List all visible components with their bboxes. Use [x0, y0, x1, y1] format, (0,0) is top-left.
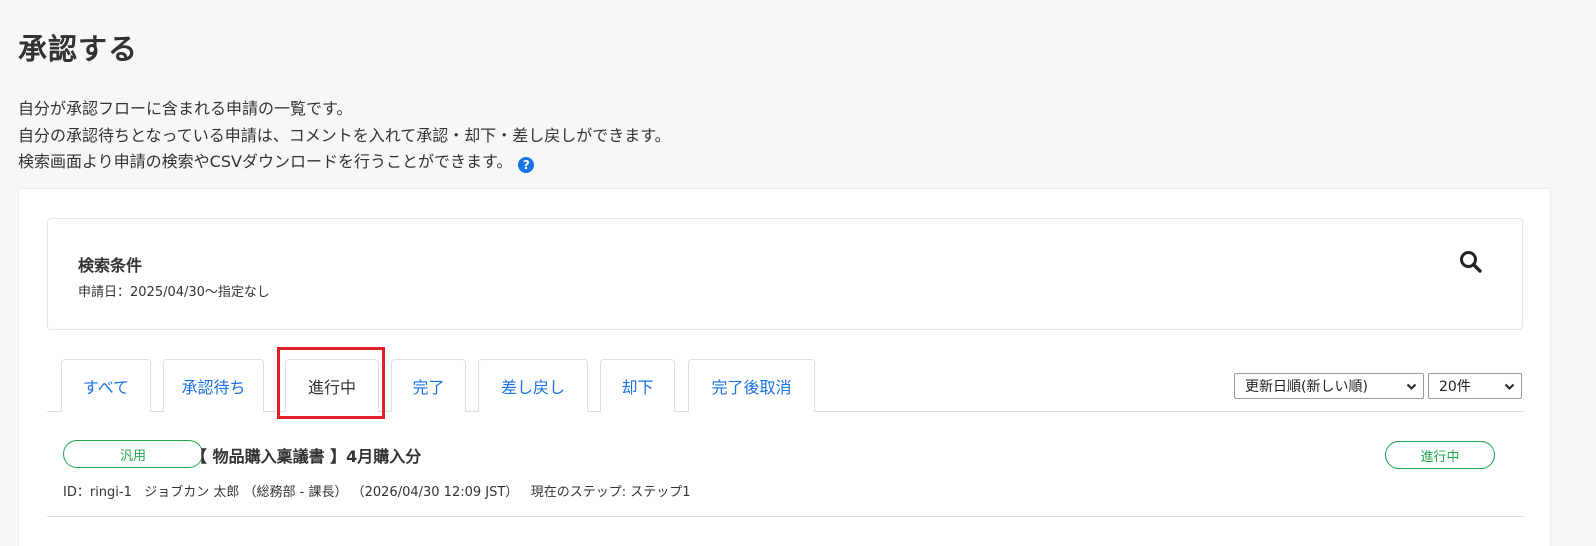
tab-completed-label: 完了	[412, 378, 445, 397]
tab-sent-back[interactable]: 差し戻し	[478, 359, 588, 412]
chevron-down-icon	[1406, 383, 1417, 390]
tab-sent-back-label: 差し戻し	[500, 378, 565, 397]
list-panel: 検索条件 申請日：2025/04/30〜指定なし すべて 承認待ち 進行中 完了…	[18, 188, 1551, 546]
request-status-badge: 進行中	[1385, 441, 1495, 469]
search-conditions-box[interactable]: 検索条件 申請日：2025/04/30〜指定なし	[47, 218, 1523, 330]
request-type-label: 汎用	[119, 448, 146, 464]
active-tab-highlight	[277, 347, 385, 419]
tab-cancelled-after-completion-label: 完了後取消	[711, 378, 792, 397]
tab-all[interactable]: すべて	[61, 359, 151, 412]
search-icon[interactable]	[1458, 249, 1484, 275]
page-description: 自分が承認フローに含まれる申請の一覧です。 自分の承認待ちとなっている申請は、コ…	[18, 96, 671, 176]
description-line-3-text: 検索画面より申請の検索やCSVダウンロードを行うことができます。	[18, 152, 513, 171]
request-meta: ID：ringi-1 ジョブカン 太郎 （総務部 - 課長） （2026/04/…	[63, 485, 691, 500]
tab-awaiting-approval[interactable]: 承認待ち	[163, 359, 264, 412]
sort-order-select[interactable]: 更新日順(新しい順)	[1234, 373, 1424, 399]
per-page-select[interactable]: 20件	[1428, 373, 1522, 399]
description-line-2: 自分の承認待ちとなっている申請は、コメントを入れて承認・却下・差し戻しができます…	[18, 125, 671, 145]
tab-awaiting-approval-label: 承認待ち	[181, 378, 246, 397]
request-status-label: 進行中	[1420, 449, 1460, 465]
page-title: 承認する	[18, 32, 139, 66]
search-conditions-title: 検索条件	[78, 256, 143, 275]
description-line-3: 検索画面より申請の検索やCSVダウンロードを行うことができます。?	[18, 149, 671, 176]
tab-completed[interactable]: 完了	[391, 359, 466, 412]
question-circle-icon[interactable]: ?	[518, 157, 535, 173]
request-row[interactable]	[47, 425, 1523, 517]
sort-order-value: 更新日順(新しい順)	[1245, 379, 1368, 395]
tab-rejected[interactable]: 却下	[600, 359, 675, 412]
tab-rejected-label: 却下	[621, 378, 654, 397]
request-title[interactable]: 【 物品購入稟議書 】4月購入分	[191, 443, 421, 467]
tab-cancelled-after-completion[interactable]: 完了後取消	[688, 359, 815, 412]
tab-all-label: すべて	[82, 378, 130, 397]
request-type-badge: 汎用	[63, 440, 203, 468]
per-page-value: 20件	[1439, 379, 1471, 395]
chevron-down-icon	[1504, 383, 1515, 390]
approval-page: 承認する 自分が承認フローに含まれる申請の一覧です。 自分の承認待ちとなっている…	[0, 0, 1596, 546]
description-line-1: 自分が承認フローに含まれる申請の一覧です。	[18, 99, 353, 118]
search-conditions-summary: 申請日：2025/04/30〜指定なし	[78, 285, 270, 300]
